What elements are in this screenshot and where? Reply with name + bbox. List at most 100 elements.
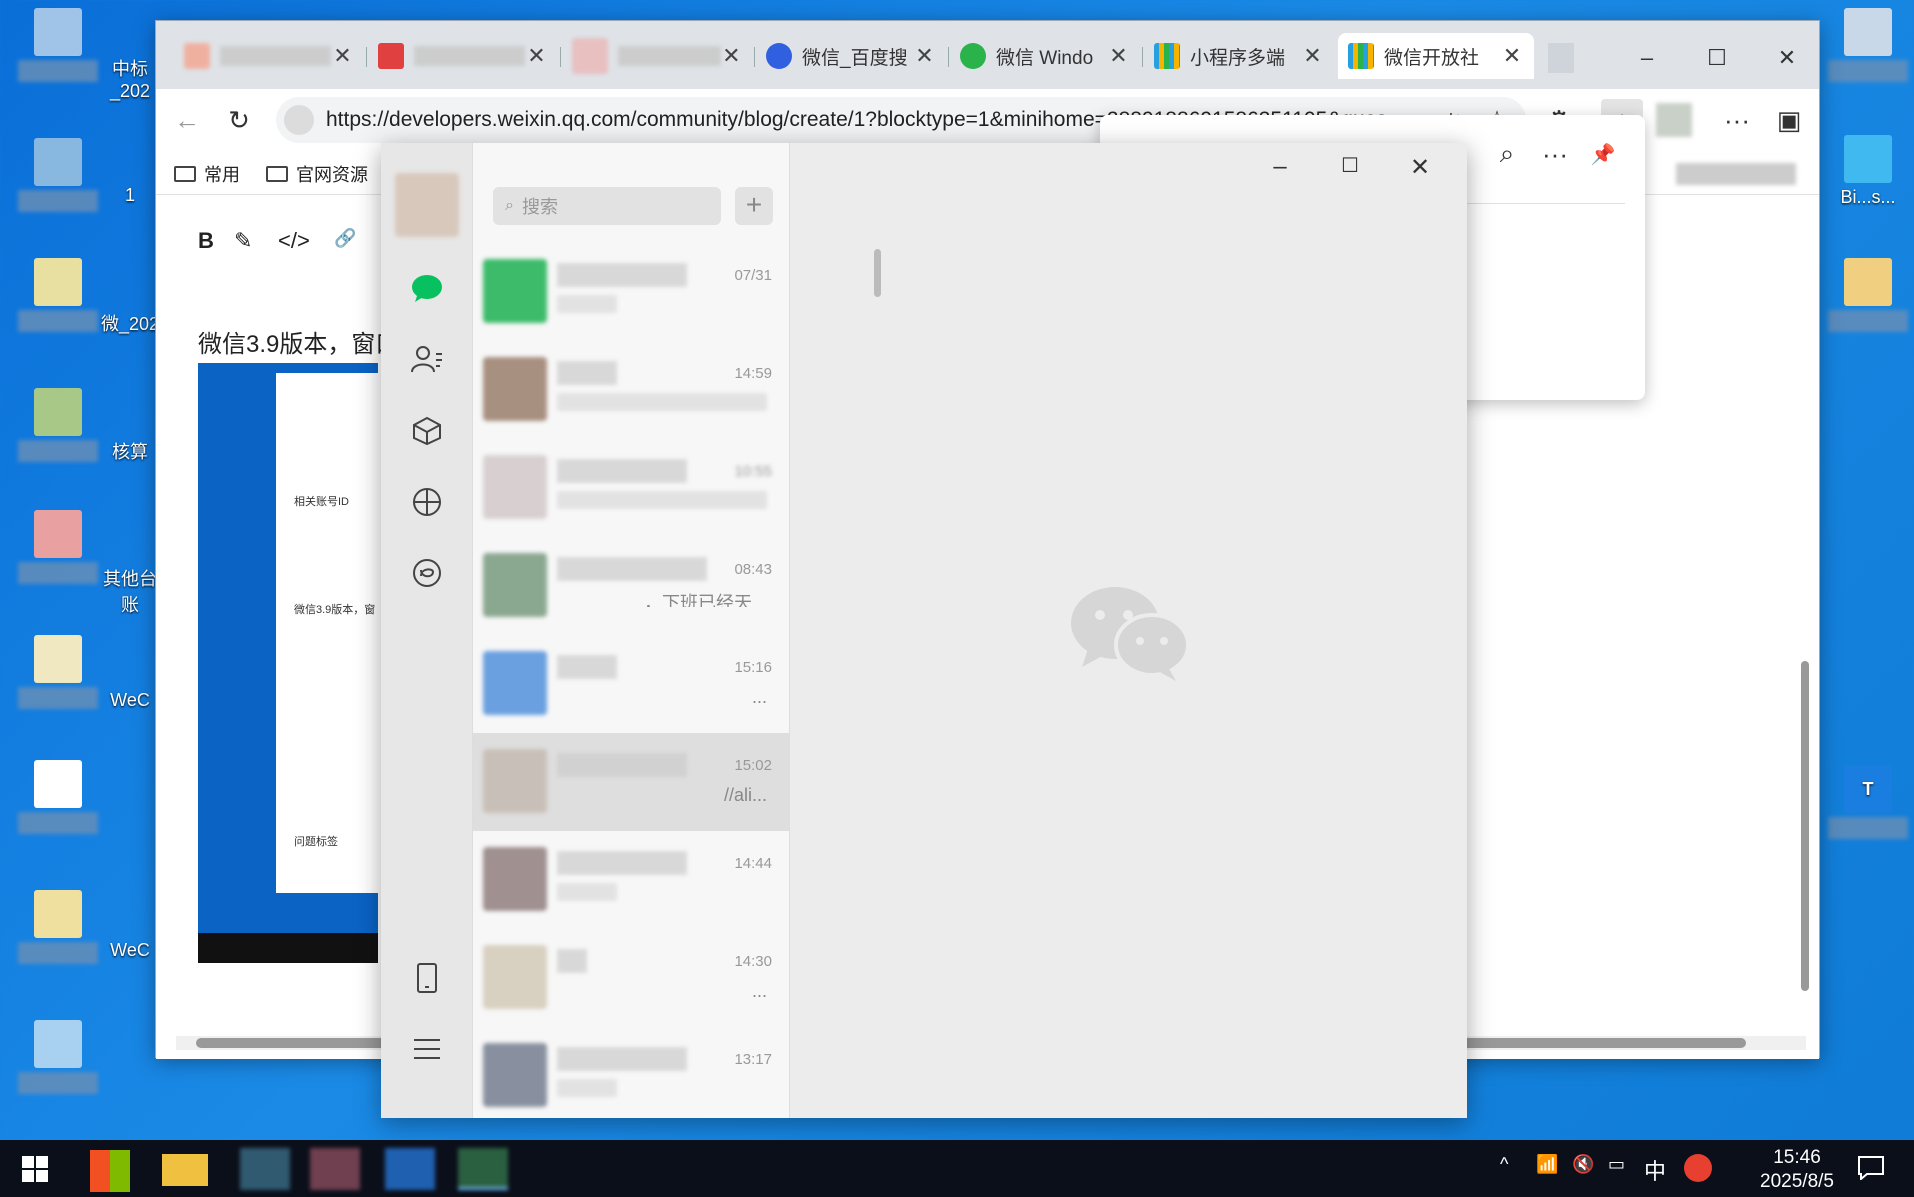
list-item[interactable]: 14:44 [473,831,790,929]
tab-close-icon[interactable]: ✕ [913,43,936,69]
bookmark-item[interactable] [1676,163,1796,185]
desktop-label: 中标_202 [109,59,151,101]
desktop-icon[interactable] [10,890,106,964]
taskbar-app-wechat[interactable] [458,1148,508,1190]
tray-chevron-icon[interactable]: ^ [1500,1154,1508,1175]
list-item[interactable]: 07/31 [473,243,790,341]
taskbar-app[interactable] [310,1148,360,1190]
clock[interactable]: 15:46 2025/8/5 [1760,1146,1834,1194]
desktop-icon[interactable] [10,510,106,584]
profile-avatar[interactable] [1656,103,1692,137]
sogou-ime-icon[interactable] [1684,1154,1712,1182]
tab-favicon-icon [378,43,404,69]
browser-tab[interactable]: ✕ [562,33,752,79]
desktop-icon[interactable] [10,635,106,709]
contacts-nav-icon[interactable] [407,339,447,379]
back-button[interactable]: ← [166,99,208,141]
chat-nav-icon[interactable] [407,268,447,308]
desktop-icon[interactable]: T [1820,765,1914,839]
taskbar: ^ 📶 🔇 ▭ 中 15:46 2025/8/5 [0,1140,1914,1197]
start-icon[interactable] [22,1156,48,1182]
browser-tab[interactable]: 微信_百度搜 ✕ [756,33,946,79]
bookmark-folder[interactable]: 常用 [174,161,240,187]
window-close-button[interactable]: ✕ [1766,37,1808,79]
file-explorer-icon[interactable] [162,1154,208,1186]
bookmark-folder[interactable]: 官网资源 [266,161,368,187]
desktop-label: 核算 [112,442,148,462]
search-icon[interactable]: ⌕ [1486,133,1528,175]
more-menu-icon[interactable]: ··· [1716,99,1758,141]
tab-close-icon[interactable]: ✕ [331,43,354,69]
tab-close-icon[interactable]: ✕ [1301,43,1324,69]
desktop-icon[interactable] [1820,258,1914,332]
menu-nav-icon[interactable] [407,1029,447,1069]
browser-tab[interactable]: 微信 Windo ✕ [950,33,1140,79]
wechat-maximize-button[interactable]: ☐ [1330,153,1370,183]
volume-mute-icon[interactable]: 🔇 [1572,1154,1594,1175]
vertical-scrollbar[interactable] [1799,371,1811,1191]
window-maximize-button[interactable]: ☐ [1696,37,1738,79]
post-content-text[interactable]: 微信3.9版本，窗口 [198,324,399,359]
site-info-icon[interactable] [284,105,314,135]
browser-tab[interactable]: 小程序多端 ✕ [1144,33,1334,79]
tab-close-icon[interactable]: ✕ [1500,43,1524,69]
more-icon[interactable]: ··· [1534,133,1576,175]
wifi-icon[interactable]: 📶 [1536,1154,1558,1175]
link-icon[interactable]: 🔗 [334,228,356,249]
code-icon[interactable]: </> [278,228,310,254]
list-item[interactable]: ... 14:30 [473,929,790,1027]
browser-tab[interactable]: ✕ [174,33,364,79]
pin-icon[interactable]: 📌 [1582,133,1624,175]
ime-indicator[interactable]: 中 [1644,1154,1666,1186]
avatar[interactable] [395,173,459,237]
chat-empty-area: – ☐ ✕ [790,143,1467,1118]
desktop-label: WeC [110,690,150,710]
taskbar-app[interactable] [385,1148,435,1190]
wechat-nav-bar [381,143,473,1118]
list-item[interactable]: 14:59 [473,341,790,439]
recycle-bin-icon[interactable] [1820,8,1914,82]
store-icon[interactable] [90,1150,130,1192]
browser-tab-active[interactable]: 微信开放社 ✕ [1338,33,1534,79]
tab-close-icon[interactable]: ✕ [1107,43,1130,69]
miniprogram-icon [1154,43,1180,69]
browser-tab[interactable]: ✕ [368,33,558,79]
search-input[interactable]: ⌕ 搜索 [493,187,721,225]
taskbar-app[interactable] [240,1148,290,1190]
battery-icon[interactable]: ▭ [1608,1154,1625,1175]
desktop-icon[interactable] [10,388,106,462]
desktop-icon[interactable] [10,1020,106,1094]
miniprogram-icon [1348,43,1374,69]
list-item[interactable]: 13:17 [473,1027,790,1125]
list-item-selected[interactable]: //ali... 15:02 [473,733,790,831]
reload-button[interactable]: ↻ [218,99,260,141]
tab-favicon-icon [184,43,210,69]
desktop-icon[interactable] [10,760,106,834]
tab-strip: ✕ ✕ ✕ 微信_百度搜 ✕ 微信 Windo ✕ 小程序多端 ✕ 微信开放社 ✕ – … [156,21,1819,89]
desktop-icon[interactable]: Bi...s... [1820,135,1914,208]
desktop-label: WeC [110,940,150,960]
channels-nav-icon[interactable] [407,553,447,593]
sidebar-toggle-icon[interactable]: ▣ [1768,99,1810,141]
bold-button[interactable]: B [198,228,214,254]
list-item[interactable]: 10:55 [473,439,790,537]
wechat-close-button[interactable]: ✕ [1400,153,1440,183]
wechat-minimize-button[interactable]: – [1260,153,1300,183]
window-minimize-button[interactable]: – [1626,37,1668,79]
moments-nav-icon[interactable] [407,482,447,522]
collections-nav-icon[interactable] [407,411,447,451]
list-item[interactable]: ，下班已经天... 08:43 [473,537,790,635]
new-tab-button[interactable] [1548,43,1574,73]
desktop-icon[interactable] [10,258,106,332]
desktop-label: 其他台账 [103,569,157,615]
notification-icon[interactable] [1858,1156,1884,1180]
pen-icon[interactable]: ✎ [234,228,252,254]
desktop-icon-computer[interactable] [10,8,106,82]
tab-close-icon[interactable]: ✕ [721,43,742,69]
add-chat-button[interactable]: + [735,187,773,225]
tab-close-icon[interactable]: ✕ [525,43,548,69]
phone-nav-icon[interactable] [407,958,447,998]
folder-icon [174,166,196,182]
list-item[interactable]: ... 15:16 [473,635,790,733]
desktop-icon[interactable] [10,138,106,212]
